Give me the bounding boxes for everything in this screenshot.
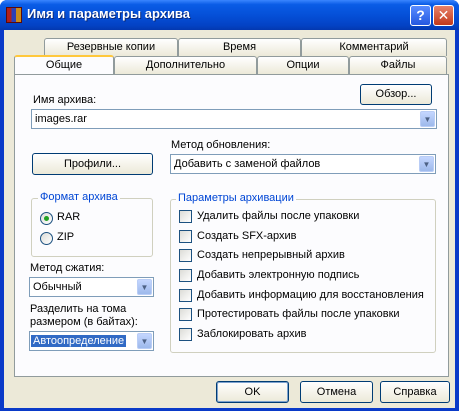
title-bar[interactable]: Имя и параметры архива ? ✕ — [0, 0, 459, 30]
split-volumes-label-2: размером (в байтах): — [30, 316, 138, 328]
chevron-down-icon[interactable]: ▼ — [419, 156, 434, 172]
checkbox-recovery[interactable] — [179, 289, 192, 302]
radio-zip-label[interactable]: ZIP — [57, 231, 74, 243]
archive-name-label: Имя архива: — [33, 94, 97, 106]
tab-options[interactable]: Опции — [257, 56, 349, 74]
help-title-button[interactable]: ? — [410, 5, 431, 26]
checkbox-sfx-label[interactable]: Создать SFX-архив — [197, 230, 297, 242]
compression-method-value: Обычный — [33, 281, 82, 293]
radio-rar[interactable] — [40, 212, 53, 225]
chevron-down-icon[interactable]: ▼ — [137, 333, 152, 349]
checkbox-lock[interactable] — [179, 328, 192, 341]
winrar-icon — [6, 7, 22, 23]
close-button[interactable]: ✕ — [433, 5, 454, 26]
tab-time[interactable]: Время — [178, 38, 301, 56]
checkbox-solid[interactable] — [179, 249, 192, 262]
profiles-button[interactable]: Профили... — [32, 153, 153, 175]
split-volumes-value: Автоопределение — [31, 335, 127, 347]
radio-rar-label[interactable]: RAR — [57, 211, 80, 223]
archive-name-input[interactable]: images.rar ▼ — [31, 109, 437, 129]
archive-params-title: Параметры архивации — [176, 192, 296, 204]
update-method-value: Добавить с заменой файлов — [174, 158, 321, 170]
checkbox-lock-label[interactable]: Заблокировать архив — [197, 328, 306, 340]
checkbox-sfx[interactable] — [179, 230, 192, 243]
split-volumes-label-1: Разделить на тома — [30, 303, 127, 315]
browse-button[interactable]: Обзор... — [360, 84, 432, 105]
compression-method-select[interactable]: Обычный ▼ — [29, 277, 154, 297]
chevron-down-icon[interactable]: ▼ — [420, 111, 435, 127]
tab-advanced[interactable]: Дополнительно — [114, 56, 257, 74]
checkbox-signature[interactable] — [179, 269, 192, 282]
window-title: Имя и параметры архива — [27, 6, 190, 21]
checkbox-test[interactable] — [179, 308, 192, 321]
tab-general[interactable]: Общие — [14, 55, 114, 74]
checkbox-test-label[interactable]: Протестировать файлы после упаковки — [197, 308, 400, 320]
dialog-client: Резервные копии Время Комментарий Дополн… — [4, 30, 455, 408]
cancel-button[interactable]: Отмена — [300, 381, 373, 403]
checkbox-recovery-label[interactable]: Добавить информацию для восстановления — [197, 289, 424, 301]
update-method-label: Метод обновления: — [171, 139, 271, 151]
checkbox-delete-after[interactable] — [179, 210, 192, 223]
checkbox-solid-label[interactable]: Создать непрерывный архив — [197, 249, 345, 261]
ok-button[interactable]: OK — [216, 381, 289, 403]
help-button[interactable]: Справка — [380, 381, 450, 403]
tab-files[interactable]: Файлы — [349, 56, 447, 74]
archive-name-value: images.rar — [35, 113, 87, 125]
compression-method-label: Метод сжатия: — [30, 262, 105, 274]
dialog-window: Имя и параметры архива ? ✕ Резервные коп… — [0, 0, 459, 411]
radio-zip[interactable] — [40, 232, 53, 245]
update-method-select[interactable]: Добавить с заменой файлов ▼ — [170, 154, 436, 174]
checkbox-delete-after-label[interactable]: Удалить файлы после упаковки — [197, 210, 359, 222]
archive-format-title: Формат архива — [38, 191, 120, 203]
chevron-down-icon[interactable]: ▼ — [137, 279, 152, 295]
split-volumes-combo[interactable]: Автоопределение ▼ — [29, 331, 154, 351]
archive-format-group — [31, 198, 153, 257]
tab-backups[interactable]: Резервные копии — [44, 38, 178, 56]
checkbox-signature-label[interactable]: Добавить электронную подпись — [197, 269, 359, 281]
tab-comment[interactable]: Комментарий — [301, 38, 447, 56]
